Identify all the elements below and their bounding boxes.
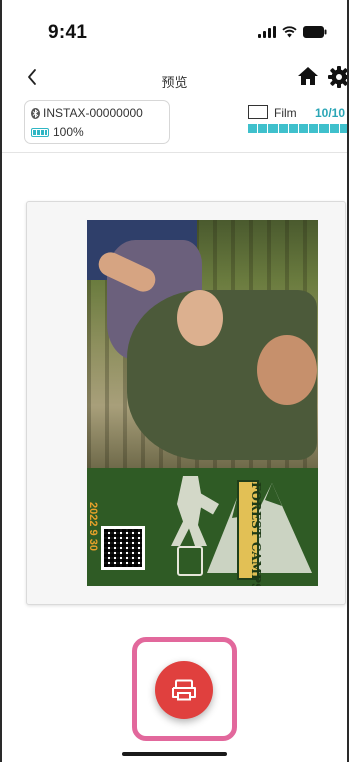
header-divider — [0, 152, 349, 153]
lantern-illustration — [177, 546, 203, 576]
home-icon — [298, 67, 318, 85]
status-time: 9:41 — [48, 22, 88, 43]
home-indicator[interactable] — [122, 752, 227, 756]
status-bar: 9:41 — [0, 0, 349, 58]
battery-icon — [303, 26, 327, 38]
printer-battery-icon — [31, 127, 49, 137]
campsite-badge-text: FOREST CAMPSITE — [249, 482, 263, 586]
film-indicator: Film 10/10 — [248, 105, 349, 145]
status-icons — [258, 26, 327, 38]
printer-icon — [172, 679, 196, 701]
nav-bar: 预览 — [0, 62, 349, 96]
cellular-signal-icon — [258, 26, 276, 38]
film-icon — [248, 105, 268, 119]
template-date: 2022 9 30 — [87, 502, 99, 551]
printer-name-row: INSTAX-00000000 — [31, 106, 143, 120]
preview-photo — [87, 220, 318, 468]
printer-name: INSTAX-00000000 — [43, 106, 143, 120]
settings-button[interactable] — [327, 65, 349, 94]
printer-info-card[interactable]: INSTAX-00000000 100% — [24, 100, 170, 144]
home-button[interactable] — [297, 66, 319, 91]
wifi-icon — [282, 26, 297, 38]
print-button[interactable] — [155, 661, 213, 719]
gear-icon — [328, 66, 349, 88]
printer-battery-row: 100% — [31, 125, 84, 139]
qr-code — [101, 526, 145, 570]
film-remaining-bar — [248, 124, 349, 133]
bluetooth-icon — [31, 107, 40, 119]
printer-battery-level: 100% — [53, 125, 84, 139]
photo-template-frame: 2022 9 30 FOREST CAMPSITE — [87, 468, 318, 586]
film-label: Film — [274, 106, 297, 120]
film-count: 10/10 — [315, 106, 346, 120]
